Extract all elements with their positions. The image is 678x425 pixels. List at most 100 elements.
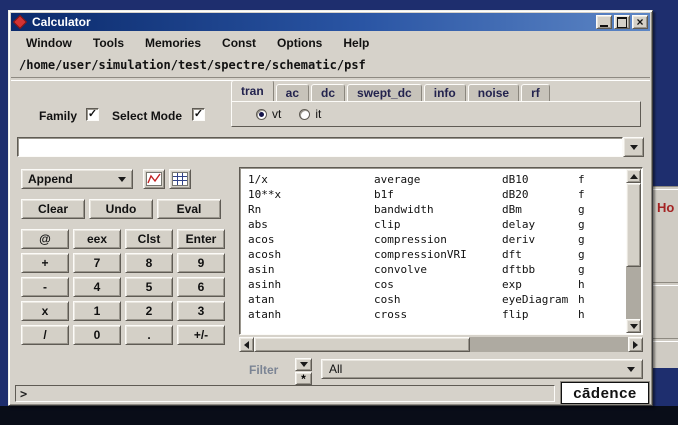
key-2[interactable]: 2 (125, 301, 173, 321)
tab-ac[interactable]: ac (275, 84, 310, 101)
family-checkbox[interactable]: ✓ (86, 108, 99, 121)
function-item[interactable]: g (578, 217, 585, 232)
key-multiply[interactable]: x (21, 301, 69, 321)
minimize-button[interactable] (596, 15, 612, 29)
function-item[interactable]: dB10 (502, 172, 568, 187)
key-plus[interactable]: + (21, 253, 69, 273)
function-item[interactable]: h (578, 277, 585, 292)
tab-info[interactable]: info (423, 84, 466, 101)
function-item[interactable]: h (578, 307, 585, 322)
key-eex[interactable]: eex (73, 229, 121, 249)
function-item[interactable]: convolve (374, 262, 467, 277)
filter-star-button[interactable]: * (295, 372, 312, 385)
function-item[interactable]: dB20 (502, 187, 568, 202)
function-item[interactable]: delay (502, 217, 568, 232)
function-item[interactable]: clip (374, 217, 467, 232)
vertical-scrollbar-thumb[interactable] (626, 183, 641, 267)
function-item[interactable]: atan (248, 292, 281, 307)
key-enter[interactable]: Enter (177, 229, 225, 249)
function-item[interactable]: eyeDiagram (502, 292, 568, 307)
function-item[interactable]: 10**x (248, 187, 281, 202)
function-item[interactable]: abs (248, 217, 281, 232)
function-item[interactable]: b1f (374, 187, 467, 202)
function-item[interactable]: compressionVRI (374, 247, 467, 262)
key-clst[interactable]: Clst (125, 229, 173, 249)
expression-input[interactable] (17, 137, 623, 157)
function-item[interactable]: acos (248, 232, 281, 247)
key-1[interactable]: 1 (73, 301, 121, 321)
key-7[interactable]: 7 (73, 253, 121, 273)
eval-button[interactable]: Eval (157, 199, 221, 219)
function-item[interactable]: flip (502, 307, 568, 322)
scroll-left-button[interactable] (239, 337, 254, 352)
key-3[interactable]: 3 (177, 301, 225, 321)
scroll-up-button[interactable] (626, 169, 641, 183)
menu-tools[interactable]: Tools (93, 36, 124, 50)
key-8[interactable]: 8 (125, 253, 173, 273)
key-minus[interactable]: - (21, 277, 69, 297)
function-item[interactable]: g (578, 202, 585, 217)
undo-button[interactable]: Undo (89, 199, 153, 219)
function-item[interactable]: acosh (248, 247, 281, 262)
key-divide[interactable]: / (21, 325, 69, 345)
plot-button[interactable] (143, 169, 165, 189)
tab-swept-dc[interactable]: swept_dc (347, 84, 422, 101)
menu-const[interactable]: Const (222, 36, 256, 50)
radio-it[interactable]: it (299, 107, 321, 121)
function-item[interactable]: asinh (248, 277, 281, 292)
table-button[interactable] (169, 169, 191, 189)
function-item[interactable]: Rn (248, 202, 281, 217)
key-sign[interactable]: +/- (177, 325, 225, 345)
key-6[interactable]: 6 (177, 277, 225, 297)
key-0[interactable]: 0 (73, 325, 121, 345)
tab-rf[interactable]: rf (521, 84, 550, 101)
scroll-right-button[interactable] (628, 337, 643, 352)
horizontal-scrollbar[interactable] (239, 337, 643, 352)
menu-window[interactable]: Window (26, 36, 72, 50)
function-item[interactable]: cross (374, 307, 467, 322)
horizontal-scrollbar-thumb[interactable] (254, 337, 470, 352)
function-item[interactable]: cosh (374, 292, 467, 307)
key-9[interactable]: 9 (177, 253, 225, 273)
function-item[interactable]: bandwidth (374, 202, 467, 217)
function-item[interactable]: deriv (502, 232, 568, 247)
radio-vt[interactable]: vt (256, 107, 281, 121)
key-at[interactable]: @ (21, 229, 69, 249)
function-item[interactable]: dftbb (502, 262, 568, 277)
function-item[interactable]: dBm (502, 202, 568, 217)
maximize-button[interactable] (614, 15, 630, 29)
function-item[interactable]: f (578, 172, 585, 187)
function-item[interactable]: average (374, 172, 467, 187)
function-item[interactable]: h (578, 292, 585, 307)
titlebar[interactable]: Calculator × (11, 13, 650, 31)
vertical-scrollbar[interactable] (626, 169, 641, 333)
key-5[interactable]: 5 (125, 277, 173, 297)
function-item[interactable]: g (578, 232, 585, 247)
expression-history-button[interactable] (623, 137, 644, 157)
append-mode-select[interactable]: Append (21, 169, 133, 189)
scroll-down-button[interactable] (626, 319, 641, 333)
function-item[interactable]: asin (248, 262, 281, 277)
function-item[interactable]: f (578, 187, 585, 202)
filter-select[interactable]: All (321, 359, 643, 379)
close-button[interactable]: × (632, 15, 648, 29)
function-item[interactable]: g (578, 262, 585, 277)
menu-memories[interactable]: Memories (145, 36, 201, 50)
tab-tran[interactable]: tran (231, 80, 274, 101)
function-item[interactable]: compression (374, 232, 467, 247)
filter-collapse-button[interactable] (295, 358, 312, 371)
function-item[interactable]: exp (502, 277, 568, 292)
function-item[interactable]: dft (502, 247, 568, 262)
select-mode-checkbox[interactable]: ✓ (192, 108, 205, 121)
function-item[interactable]: cos (374, 277, 467, 292)
key-decimal[interactable]: . (125, 325, 173, 345)
function-item[interactable]: g (578, 247, 585, 262)
function-item[interactable]: atanh (248, 307, 281, 322)
key-4[interactable]: 4 (73, 277, 121, 297)
function-item[interactable]: 1/x (248, 172, 281, 187)
clear-button[interactable]: Clear (21, 199, 85, 219)
tab-dc[interactable]: dc (311, 84, 346, 101)
menu-options[interactable]: Options (277, 36, 322, 50)
tab-noise[interactable]: noise (467, 84, 520, 101)
menu-help[interactable]: Help (343, 36, 369, 50)
